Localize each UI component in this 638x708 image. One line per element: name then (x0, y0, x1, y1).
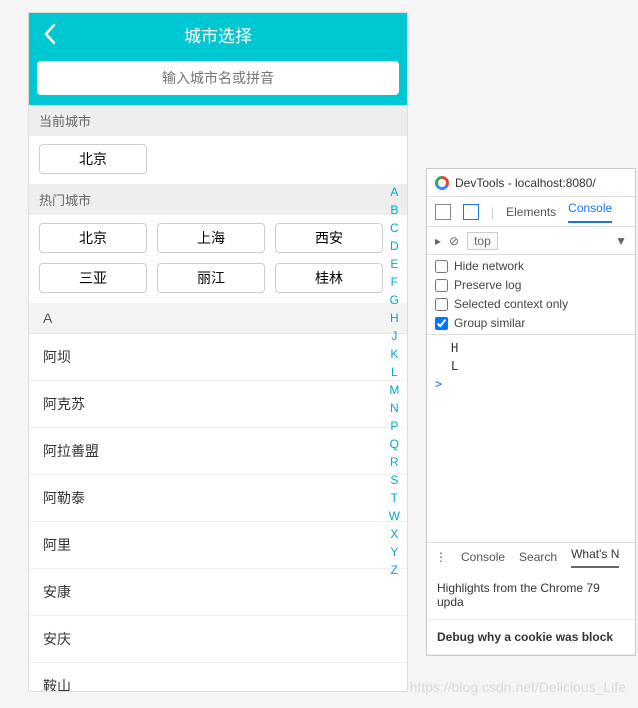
hot-city-pill[interactable]: 上海 (157, 223, 265, 253)
hot-city-pill[interactable]: 桂林 (275, 263, 383, 293)
city-item[interactable]: 安康 (29, 569, 407, 616)
alpha-letter[interactable]: A (387, 183, 401, 201)
hot-city-label: 热门城市 (29, 184, 407, 215)
city-item[interactable]: 阿克苏 (29, 381, 407, 428)
search-bar (29, 55, 407, 105)
search-input[interactable] (37, 61, 399, 95)
alpha-index[interactable]: ABCDEFGHJKLMNPQRSTWXYZ (386, 183, 403, 579)
alpha-letter[interactable]: L (388, 363, 401, 381)
clear-console-icon[interactable]: ⊘ (449, 234, 459, 248)
alpha-letter[interactable]: S (387, 471, 401, 489)
alpha-letter[interactable]: W (386, 507, 403, 525)
chevron-left-icon (43, 23, 57, 45)
devtools-title: DevTools - localhost:8080/ (455, 176, 596, 190)
city-item[interactable]: 阿勒泰 (29, 475, 407, 522)
alpha-letter[interactable]: G (387, 291, 402, 309)
console-output[interactable]: HL > (427, 335, 635, 542)
alpha-letter[interactable]: P (387, 417, 401, 435)
console-line: L (435, 357, 627, 375)
chrome-icon (435, 176, 449, 190)
alpha-letter[interactable]: M (386, 381, 402, 399)
checkbox-selected-only[interactable] (435, 298, 448, 311)
app-header: 城市选择 (29, 13, 407, 55)
drawer-tab-search[interactable]: Search (519, 550, 557, 564)
tab-console[interactable]: Console (568, 201, 612, 223)
checkbox-hide-network[interactable] (435, 260, 448, 273)
alpha-letter[interactable]: C (387, 219, 402, 237)
alpha-letter[interactable]: J (388, 327, 400, 345)
alpha-letter[interactable]: K (387, 345, 401, 363)
devtools-titlebar: DevTools - localhost:8080/ (427, 169, 635, 197)
console-prompt[interactable]: > (435, 375, 627, 393)
inspect-icon[interactable] (435, 204, 451, 220)
city-item[interactable]: 阿拉善盟 (29, 428, 407, 475)
drawer-tab-whatsnew[interactable]: What's N (571, 547, 619, 568)
hot-city-pill[interactable]: 丽江 (157, 263, 265, 293)
mobile-view: 城市选择 当前城市 北京 热门城市 北京上海西安三亚丽江桂林 A 阿坝阿克苏阿拉… (28, 12, 408, 692)
alpha-letter[interactable]: B (387, 201, 401, 219)
city-scroll[interactable]: 当前城市 北京 热门城市 北京上海西安三亚丽江桂林 A 阿坝阿克苏阿拉善盟阿勒泰… (29, 105, 407, 691)
device-toggle-icon[interactable] (463, 204, 479, 220)
city-item[interactable]: 鞍山 (29, 663, 407, 691)
devtools-drawer: ⋮ Console Search What's N Highlights fro… (427, 542, 635, 655)
filter-selected-only[interactable]: Selected context only (435, 297, 627, 311)
alpha-letter[interactable]: E (387, 255, 401, 273)
alpha-letter[interactable]: N (387, 399, 402, 417)
context-select[interactable]: top (467, 232, 498, 250)
hot-city-pill[interactable]: 北京 (39, 223, 147, 253)
alpha-letter[interactable]: D (387, 237, 402, 255)
page-title: 城市选择 (184, 22, 252, 47)
checkbox-group-similar[interactable] (435, 317, 448, 330)
filter-preserve-log[interactable]: Preserve log (435, 278, 627, 292)
filter-group-similar[interactable]: Group similar (435, 316, 627, 330)
dropdown-caret-icon[interactable]: ▼ (615, 234, 627, 248)
tab-elements[interactable]: Elements (506, 205, 556, 219)
alpha-letter[interactable]: Z (388, 561, 401, 579)
current-city-label: 当前城市 (29, 105, 407, 136)
filter-hide-network[interactable]: Hide network (435, 259, 627, 273)
watermark: https://blog.csdn.net/Delicious_Life (410, 679, 626, 695)
highlights-text: Highlights from the Chrome 79 upda (427, 571, 635, 620)
debug-cookie-text: Debug why a cookie was block (427, 620, 635, 655)
sidebar-toggle-icon[interactable]: ▸ (435, 234, 441, 248)
letter-header: A (29, 303, 407, 334)
alpha-letter[interactable]: R (387, 453, 402, 471)
alpha-letter[interactable]: Q (387, 435, 402, 453)
console-toolbar: ▸ ⊘ top ▼ (427, 227, 635, 255)
hot-city-pill[interactable]: 西安 (275, 223, 383, 253)
alpha-letter[interactable]: X (387, 525, 401, 543)
devtools-panel: DevTools - localhost:8080/ | Elements Co… (426, 168, 636, 656)
city-item[interactable]: 安庆 (29, 616, 407, 663)
console-line: H (435, 339, 627, 357)
alpha-letter[interactable]: F (388, 273, 401, 291)
alpha-letter[interactable]: H (387, 309, 402, 327)
hot-city-pill[interactable]: 三亚 (39, 263, 147, 293)
devtools-tabs: | Elements Console (427, 197, 635, 227)
alpha-letter[interactable]: Y (387, 543, 401, 561)
console-filters: Hide network Preserve log Selected conte… (427, 255, 635, 335)
drawer-tab-console[interactable]: Console (461, 550, 505, 564)
current-city-pill[interactable]: 北京 (39, 144, 147, 174)
city-item[interactable]: 阿坝 (29, 334, 407, 381)
city-item[interactable]: 阿里 (29, 522, 407, 569)
back-button[interactable] (43, 23, 57, 45)
checkbox-preserve-log[interactable] (435, 279, 448, 292)
alpha-letter[interactable]: T (388, 489, 401, 507)
drawer-menu-icon[interactable]: ⋮ (435, 550, 447, 564)
